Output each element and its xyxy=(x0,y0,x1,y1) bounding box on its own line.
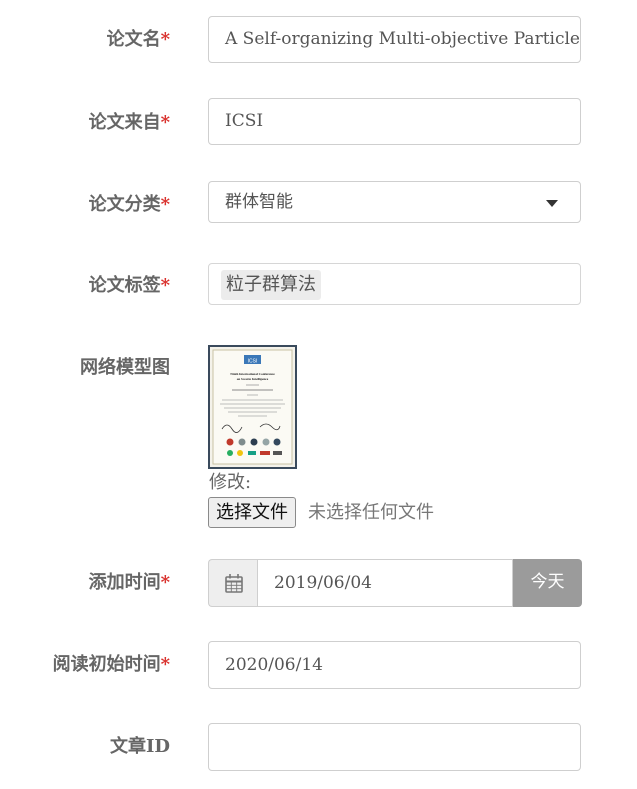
article-id-input[interactable] xyxy=(208,723,581,771)
paper-source-label: 论文来自* xyxy=(88,112,170,133)
paper-name-label: 论文名* xyxy=(106,29,170,50)
paper-category-label: 论文分类* xyxy=(88,194,170,215)
tag-chip[interactable]: 粒子群算法 xyxy=(221,269,321,300)
added-time-group: 2019/06/04 今天 xyxy=(208,559,582,607)
required-mark: * xyxy=(160,112,170,133)
paper-tags-input[interactable]: 粒子群算法 xyxy=(208,263,581,305)
read-start-time-value: 2020/06/14 xyxy=(225,655,323,675)
read-start-time-input[interactable]: 2020/06/14 xyxy=(208,641,581,689)
network-image-thumbnail: ICSI Ninth International Conference on S… xyxy=(208,345,297,469)
article-id-label: 文章ID xyxy=(109,736,170,757)
modify-label: 修改: xyxy=(209,472,252,493)
required-mark: * xyxy=(160,572,170,593)
certificate-title-line2: on Swarm Intelligence xyxy=(237,377,269,381)
paper-source-input[interactable]: ICSI xyxy=(208,98,581,145)
required-mark: * xyxy=(160,29,170,50)
certificate-title-line1: Ninth International Conference xyxy=(230,372,275,376)
paper-category-select[interactable]: 群体智能 xyxy=(208,181,581,223)
required-mark: * xyxy=(160,194,170,215)
calendar-icon xyxy=(225,574,243,593)
paper-tags-label: 论文标签* xyxy=(88,275,170,296)
paper-name-input[interactable]: A Self-organizing Multi-objective Partic… xyxy=(208,16,581,63)
no-file-chosen-text: 未选择任何文件 xyxy=(308,502,434,523)
required-mark: * xyxy=(160,275,170,296)
added-time-value: 2019/06/04 xyxy=(274,573,372,593)
certificate-logo-text: ICSI xyxy=(248,359,258,365)
calendar-addon[interactable] xyxy=(208,559,257,607)
choose-file-button[interactable]: 选择文件 xyxy=(208,497,296,528)
added-time-input[interactable]: 2019/06/04 xyxy=(257,559,513,607)
today-button[interactable]: 今天 xyxy=(513,559,582,607)
network-image-label: 网络模型图 xyxy=(80,357,170,378)
paper-name-value: A Self-organizing Multi-objective Partic… xyxy=(225,29,580,49)
paper-category-selected: 群体智能 xyxy=(225,192,293,212)
required-mark: * xyxy=(160,654,170,675)
caret-down-icon xyxy=(546,200,558,207)
read-start-time-label: 阅读初始时间* xyxy=(52,654,170,675)
added-time-label: 添加时间* xyxy=(88,572,170,593)
paper-source-value: ICSI xyxy=(225,111,264,131)
